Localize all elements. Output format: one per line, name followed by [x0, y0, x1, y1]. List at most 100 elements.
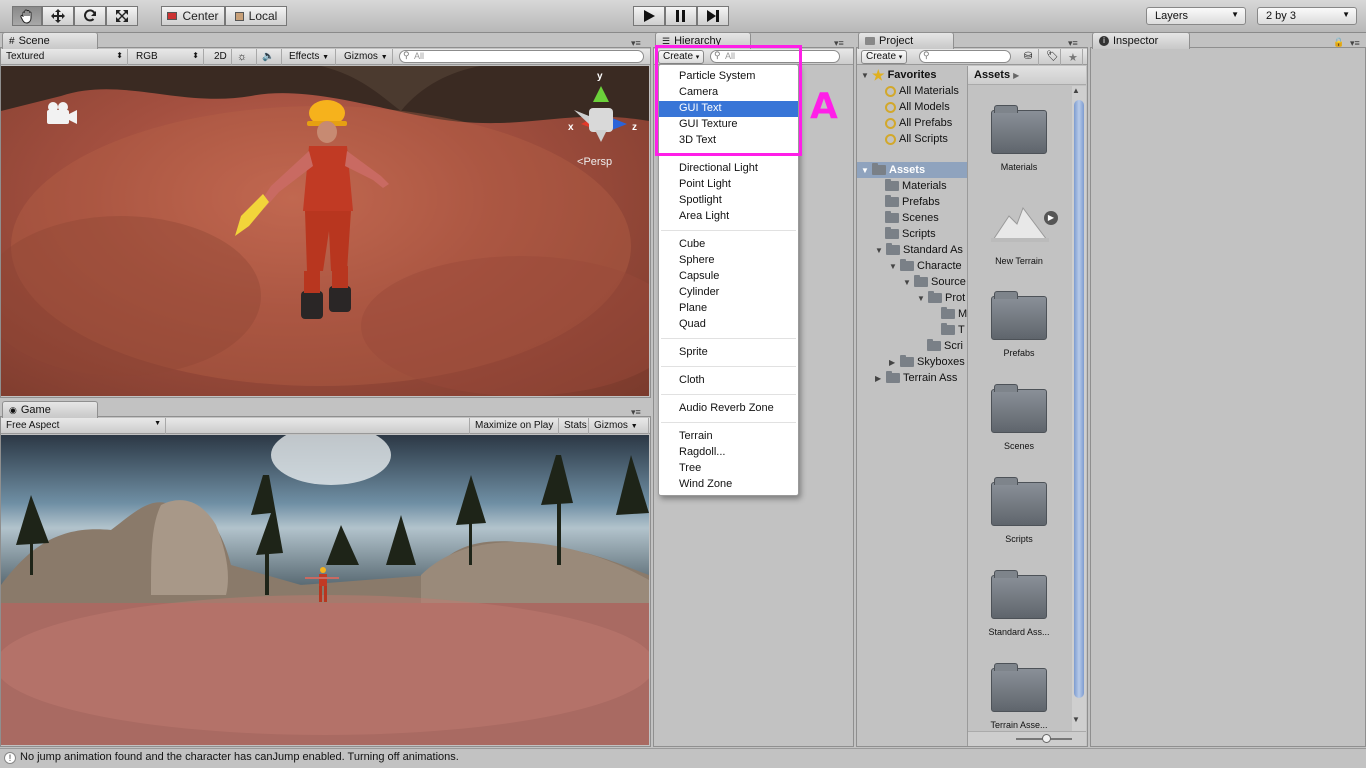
panel-menu-icon[interactable]: ▾≡ [1350, 38, 1360, 49]
scene-search-input[interactable]: All [399, 50, 644, 63]
tree-folder[interactable]: Materials [885, 178, 947, 194]
pivot-icon [167, 12, 178, 20]
effects-dropdown[interactable]: Effects ▼ [284, 49, 336, 65]
tab-inspector[interactable]: i Inspector [1092, 32, 1190, 49]
menu-item[interactable]: Wind Zone [659, 477, 798, 493]
scale-icon [116, 10, 128, 22]
menu-item[interactable]: Quad [659, 317, 798, 333]
scene-lighting-toggle[interactable]: ☼ [232, 49, 257, 65]
scene-gizmos-dropdown[interactable]: Gizmos ▼ [339, 49, 393, 65]
play-icon [644, 10, 655, 22]
play-preview-icon[interactable]: ▶ [1044, 211, 1058, 225]
lock-icon[interactable]: 🔒 [1333, 37, 1344, 48]
project-create-label: Create [866, 51, 897, 62]
tree-folder[interactable]: ▶ Terrain Ass [875, 370, 957, 386]
menu-item[interactable]: Ragdoll... [659, 445, 798, 461]
render-mode-dropdown[interactable]: RGB ⬍ [131, 49, 204, 65]
menu-item[interactable]: Capsule [659, 269, 798, 285]
tab-project[interactable]: Project [858, 32, 954, 49]
tree-folder[interactable]: Scri [927, 338, 963, 354]
favorite-item[interactable]: All Scripts [885, 131, 948, 147]
assets-breadcrumb[interactable]: Assets ▶ [968, 66, 1086, 85]
tree-folder[interactable]: M [941, 306, 967, 322]
scene-render [1, 66, 649, 396]
folder-icon [991, 477, 1047, 526]
assets-root[interactable]: ▼ Assets [857, 162, 967, 178]
folder-icon [928, 291, 942, 303]
tree-folder[interactable]: ▼ Prot [917, 290, 965, 306]
camera-gizmo-icon[interactable] [47, 102, 77, 124]
favorite-item[interactable]: All Prefabs [885, 115, 952, 131]
panel-menu-icon[interactable]: ▾≡ [1068, 38, 1078, 49]
tab-game[interactable]: ◉ Game [2, 401, 98, 418]
menu-item[interactable]: Sprite [659, 345, 798, 361]
menu-item[interactable]: Terrain [659, 429, 798, 445]
annotation-label: A [810, 86, 838, 127]
menu-item[interactable]: Point Light [659, 177, 798, 193]
pause-button[interactable] [665, 6, 697, 26]
game-gizmos-dropdown[interactable]: Gizmos ▼ [589, 418, 649, 434]
filter-by-label-button[interactable]: 🏷 [1041, 49, 1061, 65]
menu-item[interactable]: Cube [659, 237, 798, 253]
tree-folder[interactable]: ▼ Source [903, 274, 966, 290]
panel-menu-icon[interactable]: ▾≡ [631, 38, 641, 49]
scale-tool-button[interactable] [106, 6, 138, 26]
collapse-triangle-icon: ▶ [875, 373, 882, 383]
menu-item[interactable]: Cylinder [659, 285, 798, 301]
scroll-up-icon[interactable]: ▲ [1072, 86, 1080, 95]
tree-folder-label: Prot [945, 292, 966, 304]
favorite-item[interactable]: All Materials [885, 83, 959, 99]
mode-2d-toggle[interactable]: 2D [209, 49, 232, 65]
step-button[interactable] [697, 6, 729, 26]
filter-by-type-button[interactable]: ⛁ [1019, 49, 1039, 65]
play-button[interactable] [633, 6, 665, 26]
tree-folder[interactable]: Prefabs [885, 194, 940, 210]
menu-item[interactable]: Spotlight [659, 193, 798, 209]
tree-folder[interactable]: ▶ Skyboxes [889, 354, 965, 370]
status-bar[interactable]: ! No jump animation found and the charac… [0, 748, 1366, 768]
scene-viewport[interactable]: y x z <Persp [1, 66, 649, 396]
project-create-dropdown[interactable]: Create ▾ [861, 50, 907, 64]
menu-item[interactable]: Plane [659, 301, 798, 317]
rotate-tool-button[interactable] [74, 6, 106, 26]
scroll-down-icon[interactable]: ▼ [1072, 715, 1080, 724]
menu-item[interactable]: Tree [659, 461, 798, 477]
stats-toggle[interactable]: Stats [559, 418, 589, 434]
move-tool-button[interactable] [42, 6, 74, 26]
expand-triangle-icon: ▼ [861, 165, 869, 175]
menu-item[interactable]: Directional Light [659, 161, 798, 177]
scene-audio-toggle[interactable]: 🔈 [257, 49, 282, 65]
tree-folder[interactable]: Scripts [885, 226, 936, 242]
favorite-item[interactable]: All Models [885, 99, 950, 115]
menu-item[interactable]: Cloth [659, 373, 798, 389]
panel-menu-icon[interactable]: ▾≡ [631, 407, 641, 418]
favorite-search-button[interactable]: ★ [1063, 49, 1083, 65]
shading-mode-dropdown[interactable]: Textured ⬍ [1, 49, 128, 65]
scene-toolbar: Textured ⬍ RGB ⬍ 2D ☼ 🔈 Effects ▼ Gizmos ▼… [1, 49, 650, 65]
scroll-thumb[interactable] [1074, 100, 1084, 698]
space-label: Local [248, 9, 278, 23]
menu-item[interactable]: Audio Reverb Zone [659, 401, 798, 417]
persp-label[interactable]: <Persp [577, 156, 612, 168]
project-search-input[interactable] [919, 50, 1011, 63]
panel-menu-icon[interactable]: ▾≡ [834, 38, 844, 49]
tab-scene[interactable]: # Scene [2, 32, 98, 49]
aspect-dropdown[interactable]: Free Aspect ▼ [1, 418, 166, 434]
tree-folder[interactable]: T [941, 322, 965, 338]
slider-thumb[interactable] [1042, 734, 1051, 743]
pivot-center-button[interactable]: Center [161, 6, 225, 26]
layers-dropdown[interactable]: Layers ▼ [1146, 7, 1246, 25]
asset-scrollbar[interactable]: ▲ ▼ [1072, 86, 1086, 731]
pivot-local-button[interactable]: Local [225, 6, 287, 26]
menu-item[interactable]: Area Light [659, 209, 798, 225]
tree-folder[interactable]: ▼ Standard As [875, 242, 963, 258]
maximize-on-play-toggle[interactable]: Maximize on Play [469, 418, 559, 434]
favorites-header[interactable]: ▼ ★ Favorites [861, 67, 936, 83]
game-viewport[interactable] [1, 435, 649, 745]
local-space-icon [234, 11, 244, 21]
layout-dropdown[interactable]: 2 by 3 ▼ [1257, 7, 1357, 25]
hand-tool-button[interactable] [12, 6, 42, 26]
menu-item[interactable]: Sphere [659, 253, 798, 269]
tree-folder[interactable]: Scenes [885, 210, 939, 226]
tree-folder[interactable]: ▼ Characte [889, 258, 962, 274]
